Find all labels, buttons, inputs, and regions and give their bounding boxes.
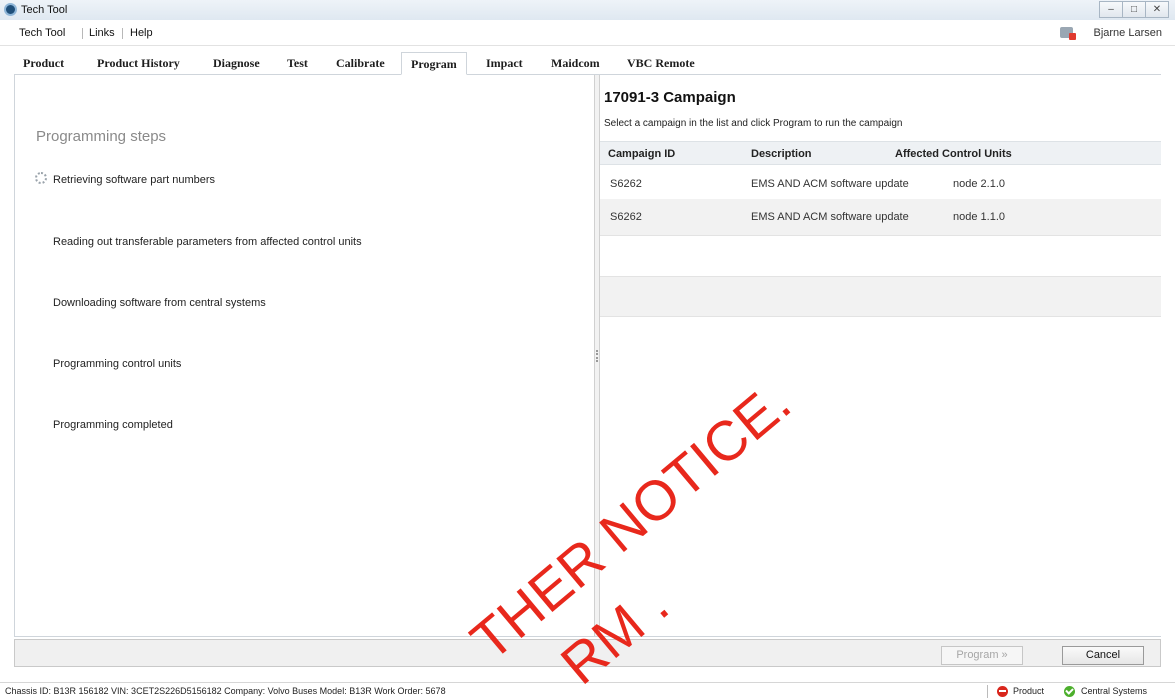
app-logo-icon <box>4 3 17 16</box>
step-programming: Programming control units <box>53 358 182 370</box>
programming-steps-title: Programming steps <box>36 128 167 145</box>
product-status-label[interactable]: Product <box>1013 686 1044 696</box>
table-empty-row <box>600 277 1161 317</box>
column-campaign-id[interactable]: Campaign ID <box>608 148 675 160</box>
tab-impact[interactable]: Impact <box>477 52 532 75</box>
central-systems-status-icon <box>1064 686 1075 697</box>
menu-tech-tool[interactable]: Tech Tool <box>19 27 65 39</box>
maximize-button[interactable]: □ <box>1122 1 1146 18</box>
tab-maidcom[interactable]: Maidcom <box>542 52 609 75</box>
tab-diagnose[interactable]: Diagnose <box>204 52 269 75</box>
table-row[interactable]: S6262 EMS AND ACM software update node 1… <box>600 199 1161 236</box>
table-row[interactable]: S6262 EMS AND ACM software update node 2… <box>600 166 1161 203</box>
tab-test[interactable]: Test <box>278 52 317 75</box>
action-bar: Program » Cancel <box>14 639 1161 667</box>
tab-product-history[interactable]: Product History <box>88 52 189 75</box>
status-separator <box>987 685 988 698</box>
window-controls: – □ ✕ <box>1099 1 1169 18</box>
cell-description: EMS AND ACM software update <box>751 211 909 223</box>
step-retrieving: Retrieving software part numbers <box>53 174 216 186</box>
status-bar: Chassis ID: B13R 156182 VIN: 3CET2S226D5… <box>0 682 1175 700</box>
menu-links[interactable]: Links <box>89 27 115 39</box>
cell-description: EMS AND ACM software update <box>751 178 909 190</box>
loading-spinner-icon <box>35 172 47 184</box>
program-button[interactable]: Program » <box>941 646 1023 665</box>
campaign-title: 17091-3 Campaign <box>604 89 736 106</box>
programming-steps-pane: Programming steps Retrieving software pa… <box>15 75 594 636</box>
cell-affected-units: node 2.1.0 <box>953 178 1005 190</box>
cell-campaign-id: S6262 <box>610 178 642 190</box>
vehicle-info: Chassis ID: B13R 156182 VIN: 3CET2S226D5… <box>5 686 446 696</box>
step-completed: Programming completed <box>53 419 173 431</box>
user-name[interactable]: Bjarne Larsen <box>1094 27 1163 39</box>
cell-affected-units: node 1.1.0 <box>953 211 1005 223</box>
menu-separator <box>122 28 123 39</box>
step-downloading: Downloading software from central system… <box>53 297 266 309</box>
table-empty-row <box>600 237 1161 277</box>
campaign-instruction: Select a campaign in the list and click … <box>604 118 903 129</box>
tab-product[interactable]: Product <box>14 52 73 75</box>
main-tabs: Product Product History Diagnose Test Ca… <box>14 52 1161 75</box>
tab-vbc-remote[interactable]: VBC Remote <box>618 52 704 75</box>
menu-bar: Tech Tool Links Help Bjarne Larsen <box>0 20 1175 46</box>
splitter-grip-icon <box>596 350 598 362</box>
cell-campaign-id: S6262 <box>610 211 642 223</box>
cancel-button[interactable]: Cancel <box>1062 646 1144 665</box>
window-title: Tech Tool <box>21 4 68 16</box>
column-affected-units[interactable]: Affected Control Units <box>895 148 1012 160</box>
campaign-pane: 17091-3 Campaign Select a campaign in th… <box>600 75 1161 636</box>
menu-separator <box>82 28 83 39</box>
central-systems-status-label[interactable]: Central Systems <box>1081 686 1147 696</box>
tab-calibrate[interactable]: Calibrate <box>327 52 394 75</box>
window-titlebar: Tech Tool – □ ✕ <box>0 0 1175 20</box>
product-status-icon <box>997 686 1008 697</box>
tab-program[interactable]: Program <box>401 52 467 75</box>
step-reading-parameters: Reading out transferable parameters from… <box>53 236 362 248</box>
menu-help[interactable]: Help <box>130 27 153 39</box>
campaign-table-header: Campaign ID Description Affected Control… <box>600 141 1161 165</box>
minimize-button[interactable]: – <box>1099 1 1123 18</box>
user-icon <box>1060 27 1076 40</box>
close-button[interactable]: ✕ <box>1145 1 1169 18</box>
column-description[interactable]: Description <box>751 148 812 160</box>
program-panel: Programming steps Retrieving software pa… <box>14 75 1161 637</box>
